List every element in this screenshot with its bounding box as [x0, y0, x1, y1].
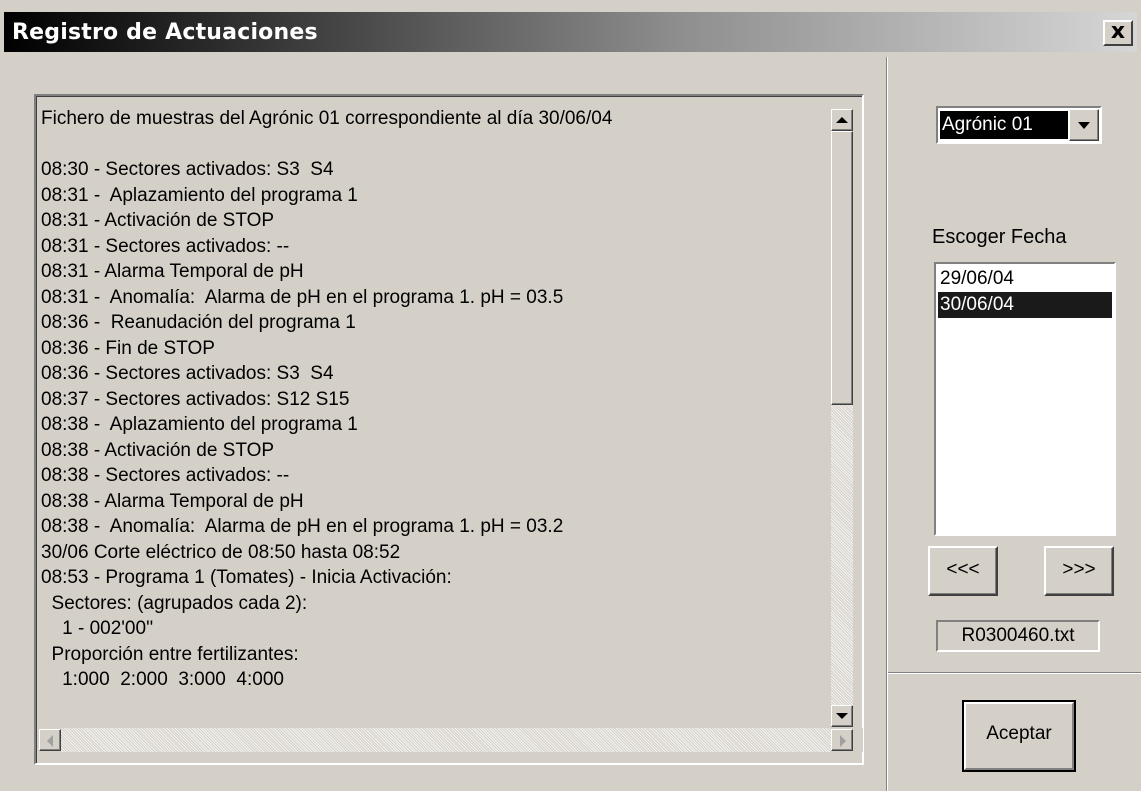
log-line: 08:38 - Alarma Temporal de pH — [41, 490, 304, 512]
arrow-up-icon — [836, 117, 848, 123]
log-line: 08:36 - Sectores activados: S3 S4 — [41, 363, 334, 384]
device-dropdown-button[interactable] — [1069, 109, 1099, 141]
panel-divider-highlight — [887, 57, 888, 791]
log-line: 08:31 - Aplazamiento del programa 1 — [41, 184, 358, 206]
date-label: Escoger Fecha — [932, 226, 1067, 248]
log-line: 1:000 2:000 3:000 4:000 — [41, 669, 284, 690]
close-button[interactable]: x — [1103, 20, 1133, 46]
log-line: 08:38 - Activación de STOP — [41, 439, 275, 461]
log-line: 08:38 - Anomalía: Alarma de pH en el pro… — [41, 516, 564, 537]
chevron-down-icon — [1078, 122, 1090, 129]
accept-button[interactable]: Aceptar — [962, 700, 1076, 772]
scroll-corner — [853, 728, 863, 752]
log-line: 08:37 - Sectores activados: S12 S15 — [41, 388, 350, 410]
log-textarea[interactable]: Fichero de muestras del Agrónic 01 corre… — [34, 94, 864, 765]
scroll-down-button[interactable] — [831, 705, 853, 727]
date-listbox[interactable]: 29/06/04 30/06/04 — [934, 262, 1116, 536]
log-line: 08:38 - Sectores activados: -- — [41, 465, 290, 486]
scroll-right-button[interactable] — [831, 729, 853, 751]
device-select-value: Agrónic 01 — [940, 111, 1068, 139]
close-icon: x — [1110, 19, 1126, 44]
log-line: Fichero de muestras del Agrónic 01 corre… — [41, 108, 613, 129]
log-line: 08:53 - Programa 1 (Tomates) - Inicia Ac… — [41, 567, 452, 588]
log-content: Fichero de muestras del Agrónic 01 corre… — [41, 106, 831, 724]
previous-date-button[interactable]: <<< — [928, 546, 998, 596]
log-line: Sectores: (agrupados cada 2): — [41, 592, 308, 614]
horizontal-scroll-track[interactable] — [61, 728, 831, 752]
log-line: 08:36 - Reanudación del programa 1 — [41, 312, 356, 333]
log-line: Proporción entre fertilizantes: — [41, 643, 299, 665]
accept-button-label: Aceptar — [986, 723, 1052, 744]
arrow-down-icon — [836, 713, 848, 719]
log-line: 08:36 - Fin de STOP — [41, 337, 215, 359]
arrow-right-icon — [840, 735, 846, 747]
date-item[interactable]: 29/06/04 — [938, 266, 1112, 292]
log-line: 08:31 - Alarma Temporal de pH — [41, 261, 304, 282]
log-line: 30/06 Corte eléctrico de 08:50 hasta 08:… — [41, 541, 401, 563]
log-line: 08:31 - Activación de STOP — [41, 210, 275, 231]
device-select[interactable]: Agrónic 01 — [936, 106, 1102, 144]
scroll-up-button[interactable] — [831, 109, 853, 131]
vertical-scroll-thumb[interactable] — [831, 131, 853, 405]
filename-display: R0300460.txt — [936, 620, 1100, 652]
scroll-left-button[interactable] — [39, 729, 61, 751]
arrow-left-icon — [47, 735, 53, 747]
title-bar[interactable]: Registro de Actuaciones x — [4, 12, 1137, 52]
log-line: 08:30 - Sectores activados: S3 S4 — [41, 159, 334, 180]
dialog-window: Registro de Actuaciones x Fichero de mue… — [0, 0, 1141, 791]
log-line: 08:38 - Aplazamiento del programa 1 — [41, 414, 358, 435]
log-line: 1 - 002'00'' — [41, 618, 154, 639]
log-line: 08:31 - Anomalía: Alarma de pH en el pro… — [41, 286, 564, 308]
date-item-selected[interactable]: 30/06/04 — [938, 292, 1112, 318]
log-textarea-frame: Fichero de muestras del Agrónic 01 corre… — [36, 96, 863, 763]
window-title: Registro de Actuaciones — [12, 20, 318, 45]
next-date-button[interactable]: >>> — [1044, 546, 1114, 596]
action-divider-highlight — [888, 673, 1141, 674]
log-line: 08:31 - Sectores activados: -- — [41, 235, 290, 257]
